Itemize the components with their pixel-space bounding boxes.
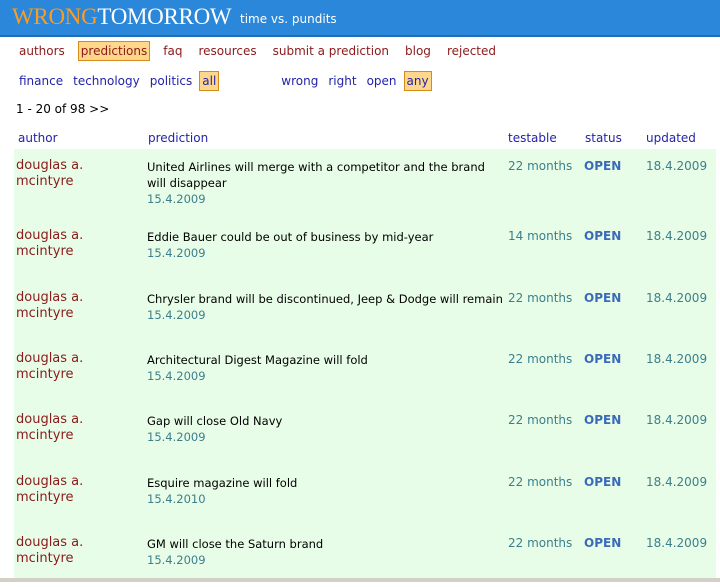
row-updated: 18.4.2009	[646, 229, 708, 243]
row-testable: 22 months	[508, 291, 573, 305]
row-testable: 22 months	[508, 413, 573, 427]
row-status: OPEN	[584, 413, 622, 427]
row-testable: 22 months	[508, 159, 573, 173]
row-updated: 18.4.2009	[646, 536, 708, 550]
row-status: OPEN	[584, 229, 622, 243]
site-header: WRONGTOMORROW time vs. pundits	[0, 0, 720, 37]
column-header-author[interactable]: author	[18, 131, 58, 145]
row-status: OPEN	[584, 536, 622, 550]
row-prediction: GM will close the Saturn brand 15.4.2009	[147, 536, 497, 568]
prediction-date: 15.4.2009	[147, 192, 206, 206]
row-author[interactable]: douglas a. mcintyre	[16, 535, 126, 567]
row-updated: 18.4.2009	[646, 475, 708, 489]
prediction-text[interactable]: Architectural Digest Magazine will fold	[147, 353, 368, 367]
row-author[interactable]: douglas a. mcintyre	[16, 412, 126, 444]
prediction-text[interactable]: GM will close the Saturn brand	[147, 537, 323, 551]
logo-tomorrow: TOMORROW	[97, 4, 232, 29]
prediction-text[interactable]: Esquire magazine will fold	[147, 476, 297, 490]
row-author[interactable]: douglas a. mcintyre	[16, 158, 126, 190]
prediction-date: 15.4.2009	[147, 246, 206, 260]
prediction-date: 15.4.2009	[147, 369, 206, 383]
row-author[interactable]: douglas a. mcintyre	[16, 351, 126, 383]
nav-authors[interactable]: authors	[16, 41, 68, 61]
prediction-text[interactable]: Gap will close Old Navy	[147, 414, 282, 428]
table-row: douglas a. mcintyre Gap will close Old N…	[14, 403, 716, 464]
filter-technology[interactable]: technology	[70, 71, 143, 91]
pagination[interactable]: 1 - 20 of 98 >>	[16, 102, 109, 116]
prediction-date: 15.4.2010	[147, 492, 206, 506]
nav-predictions[interactable]: predictions	[77, 41, 151, 61]
main-nav: authors predictions faq resources submit a p…	[16, 41, 509, 61]
prediction-date: 15.4.2009	[147, 553, 206, 567]
row-testable: 22 months	[508, 352, 573, 366]
prediction-text[interactable]: Chrysler brand will be discontinued, Jee…	[147, 292, 503, 306]
prediction-text[interactable]: Eddie Bauer could be out of business by …	[147, 230, 433, 244]
row-testable: 22 months	[508, 536, 573, 550]
row-updated: 18.4.2009	[646, 291, 708, 305]
column-header-status[interactable]: status	[585, 131, 622, 145]
table-row: douglas a. mcintyre Chrysler brand will …	[14, 281, 716, 342]
filter-wrong[interactable]: wrong	[278, 71, 321, 91]
nav-rejected[interactable]: rejected	[444, 41, 499, 61]
site-tagline: time vs. pundits	[240, 12, 337, 26]
filter-politics[interactable]: politics	[147, 71, 196, 91]
row-prediction: United Airlines will merge with a compet…	[147, 159, 497, 207]
prediction-date: 15.4.2009	[147, 308, 206, 322]
filter-right[interactable]: right	[325, 71, 359, 91]
column-header-testable[interactable]: testable	[508, 131, 557, 145]
table-row: douglas a. mcintyre Esquire magazine wil…	[14, 465, 716, 526]
row-testable: 14 months	[508, 229, 573, 243]
column-header-prediction[interactable]: prediction	[148, 131, 208, 145]
nav-submit-prediction[interactable]: submit a prediction	[270, 41, 392, 61]
horizontal-scrollbar[interactable]	[0, 578, 720, 582]
nav-faq[interactable]: faq	[160, 41, 185, 61]
nav-blog[interactable]: blog	[402, 41, 434, 61]
row-updated: 18.4.2009	[646, 413, 708, 427]
row-prediction: Esquire magazine will fold 15.4.2010	[147, 475, 497, 507]
row-author[interactable]: douglas a. mcintyre	[16, 474, 126, 506]
row-updated: 18.4.2009	[646, 159, 708, 173]
filter-bar: finance technology politics all wrong right op…	[16, 71, 436, 91]
row-updated: 18.4.2009	[646, 352, 708, 366]
prediction-text[interactable]: United Airlines will merge with a compet…	[147, 160, 485, 190]
row-status: OPEN	[584, 352, 622, 366]
filter-all[interactable]: all	[199, 71, 220, 91]
row-prediction: Architectural Digest Magazine will fold 1…	[147, 352, 497, 384]
row-status: OPEN	[584, 159, 622, 173]
table-row: douglas a. mcintyre Architectural Digest…	[14, 342, 716, 403]
filter-finance[interactable]: finance	[16, 71, 66, 91]
site-logo[interactable]: WRONGTOMORROW	[12, 4, 232, 30]
prediction-date: 15.4.2009	[147, 430, 206, 444]
predictions-table: douglas a. mcintyre United Airlines will…	[14, 149, 716, 578]
filter-open[interactable]: open	[364, 71, 400, 91]
row-status: OPEN	[584, 475, 622, 489]
nav-resources[interactable]: resources	[195, 41, 259, 61]
row-status: OPEN	[584, 291, 622, 305]
row-prediction: Gap will close Old Navy 15.4.2009	[147, 413, 497, 445]
table-row: douglas a. mcintyre Eddie Bauer could be…	[14, 219, 716, 280]
logo-wrong: WRONG	[12, 4, 98, 29]
column-header-updated[interactable]: updated	[646, 131, 696, 145]
filter-any[interactable]: any	[403, 71, 432, 91]
row-prediction: Chrysler brand will be discontinued, Jee…	[147, 291, 507, 323]
row-prediction: Eddie Bauer could be out of business by …	[147, 229, 497, 261]
table-row: douglas a. mcintyre United Airlines will…	[14, 149, 716, 210]
row-author[interactable]: douglas a. mcintyre	[16, 290, 126, 322]
row-testable: 22 months	[508, 475, 573, 489]
row-author[interactable]: douglas a. mcintyre	[16, 228, 126, 260]
